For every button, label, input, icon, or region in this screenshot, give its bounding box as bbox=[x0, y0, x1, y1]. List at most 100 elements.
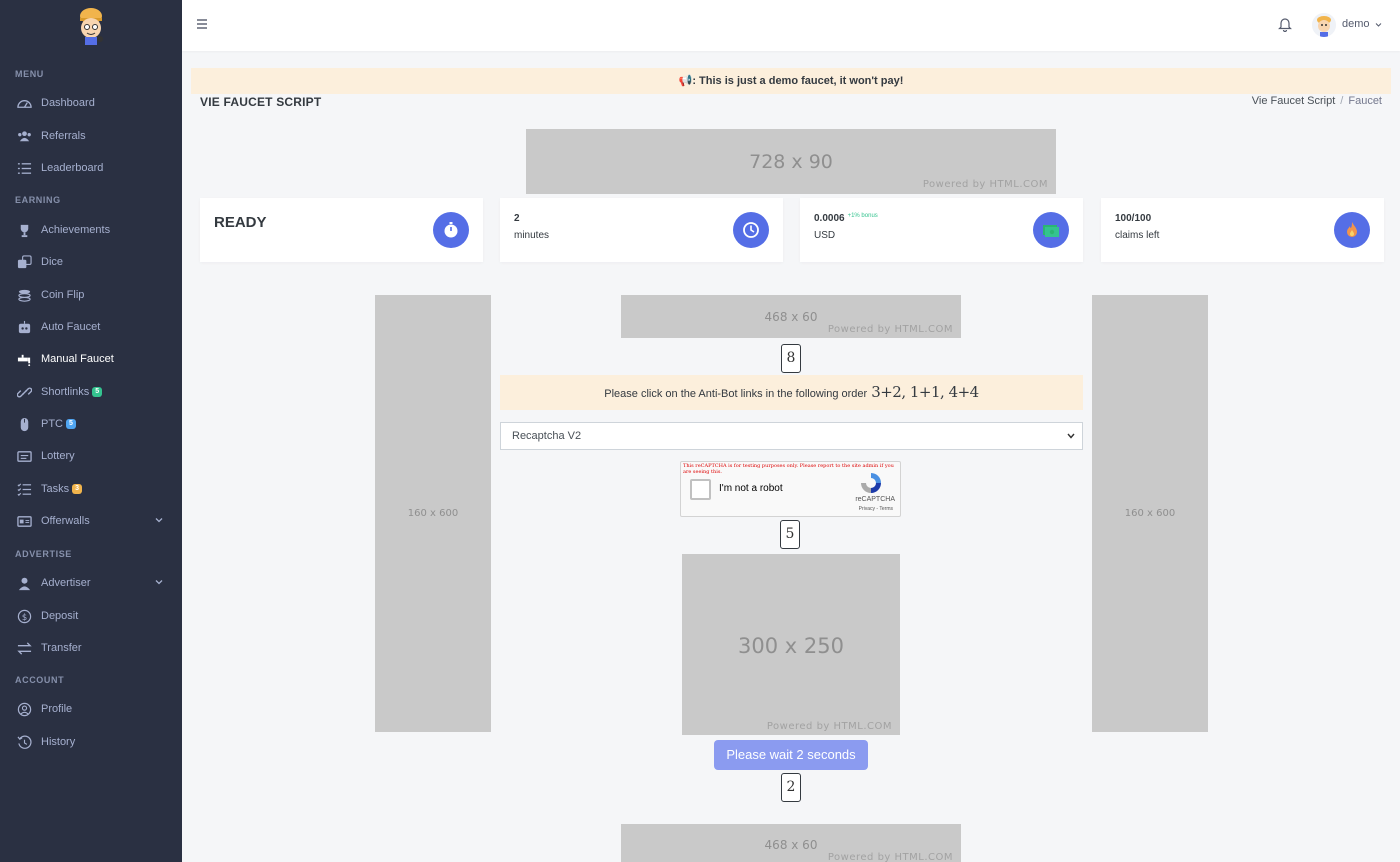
captcha-select-value: Recaptcha V2 bbox=[512, 430, 582, 442]
sidebar-item-advertiser[interactable]: Advertiser bbox=[0, 568, 182, 598]
mouse-icon bbox=[17, 417, 32, 432]
timer-card: 2 minutes bbox=[500, 198, 783, 262]
sidebar-item-label: Tasks bbox=[41, 483, 70, 495]
sidebar-item-history[interactable]: History bbox=[0, 727, 182, 757]
captcha-select[interactable]: Recaptcha V2 bbox=[500, 422, 1083, 450]
demo-notice: 📢: This is just a demo faucet, it won't … bbox=[191, 68, 1391, 94]
avatar[interactable] bbox=[1312, 13, 1336, 37]
sidebar-item-label: Coin Flip bbox=[41, 289, 85, 301]
page-title: VIE FAUCET SCRIPT bbox=[200, 95, 322, 109]
sidebar-item-ptc[interactable]: PTC 5 bbox=[0, 409, 182, 439]
sidebar-item-label: Leaderboard bbox=[41, 162, 104, 174]
sidebar-item-achievements[interactable]: Achievements bbox=[0, 215, 182, 245]
sidebar-item-tasks[interactable]: Tasks 3 bbox=[0, 474, 182, 504]
antibot-link[interactable]: 5 bbox=[780, 520, 800, 549]
sidebar-item-offerwalls[interactable]: Offerwalls bbox=[0, 506, 182, 536]
ad-banner-468-bottom[interactable]: 468 x 60 Powered by HTML.COM bbox=[621, 824, 961, 862]
topbar: demo bbox=[182, 0, 1400, 51]
sidebar-item-leaderboard[interactable]: Leaderboard bbox=[0, 153, 182, 183]
ad-size-label: 728 x 90 bbox=[749, 151, 833, 173]
chevron-down-icon bbox=[155, 518, 163, 523]
trophy-icon bbox=[17, 223, 32, 238]
user-tie-icon bbox=[17, 576, 32, 591]
sidebar-item-label: Transfer bbox=[41, 642, 82, 654]
stopwatch-icon bbox=[433, 212, 469, 248]
sidebar-item-label: Manual Faucet bbox=[41, 353, 114, 365]
tasks-icon bbox=[17, 482, 32, 497]
sidebar-item-coinflip[interactable]: Coin Flip bbox=[0, 280, 182, 310]
ad-size-label: 468 x 60 bbox=[764, 838, 818, 852]
recaptcha-checkbox[interactable] bbox=[690, 479, 711, 500]
sidebar-item-lottery[interactable]: Lottery bbox=[0, 441, 182, 471]
ad-skyscraper-right[interactable]: 160 x 600 bbox=[1092, 295, 1208, 732]
shortlinks-count-badge: 5 bbox=[92, 387, 103, 397]
sidebar-item-label: Achievements bbox=[41, 224, 111, 236]
sidebar-item-deposit[interactable]: $ Deposit bbox=[0, 601, 182, 631]
list-icon bbox=[17, 161, 32, 176]
sidebar-item-label: PTC bbox=[41, 418, 63, 430]
antibot-text: Please click on the Anti-Bot links in th… bbox=[604, 388, 868, 400]
timer-unit: minutes bbox=[514, 230, 550, 241]
sidebar-item-shortlinks[interactable]: Shortlinks 5 bbox=[0, 377, 182, 407]
faucet-icon bbox=[17, 352, 32, 367]
ad-size-label: 300 x 250 bbox=[738, 634, 844, 658]
sidebar-item-label: Profile bbox=[41, 703, 73, 715]
sidebar-item-label: Dice bbox=[41, 256, 64, 268]
bell-icon[interactable] bbox=[1278, 16, 1292, 32]
ad-banner-728[interactable]: 728 x 90 Powered by HTML.COM bbox=[526, 129, 1056, 194]
ad-powered-label: Powered by HTML.COM bbox=[827, 324, 953, 335]
recaptcha-label: I'm not a robot bbox=[719, 483, 783, 494]
sidebar: MENU Dashboard Referrals Leaderboard EAR… bbox=[0, 0, 182, 862]
section-menu: MENU bbox=[15, 69, 44, 79]
breadcrumb: Vie Faucet Script / Faucet bbox=[1251, 95, 1382, 107]
tasks-count-badge: 3 bbox=[72, 484, 83, 494]
sidebar-item-profile[interactable]: Profile bbox=[0, 694, 182, 724]
sidebar-item-label: Offerwalls bbox=[41, 515, 90, 527]
menu-toggle-icon[interactable] bbox=[196, 17, 208, 31]
sidebar-item-label: Dashboard bbox=[41, 97, 95, 109]
svg-text:$: $ bbox=[22, 611, 27, 621]
sidebar-item-referrals[interactable]: Referrals bbox=[0, 121, 182, 151]
dollar-icon: $ bbox=[17, 609, 32, 624]
sidebar-item-label: Referrals bbox=[41, 130, 86, 142]
chevron-down-icon[interactable] bbox=[1375, 22, 1382, 28]
ptc-count-badge: 5 bbox=[66, 419, 76, 429]
antibot-instruction: Please click on the Anti-Bot links in th… bbox=[500, 375, 1083, 410]
recaptcha-links[interactable]: Privacy - Terms bbox=[859, 506, 893, 512]
ad-powered-label: Powered by HTML.COM bbox=[766, 721, 892, 732]
chevron-down-icon bbox=[155, 580, 163, 585]
ad-banner-468-top[interactable]: 468 x 60 Powered by HTML.COM bbox=[621, 295, 961, 338]
users-icon bbox=[17, 129, 32, 144]
sidebar-item-dashboard[interactable]: Dashboard bbox=[0, 88, 182, 118]
chevron-down-icon bbox=[1067, 433, 1075, 439]
recaptcha-brand: reCAPTCHA bbox=[855, 496, 895, 503]
dashboard-icon bbox=[17, 96, 32, 111]
claims-value: 100/100 bbox=[1115, 213, 1152, 224]
link-icon bbox=[17, 385, 32, 400]
ad-size-label: 160 x 600 bbox=[1124, 508, 1176, 519]
antibot-link[interactable]: 2 bbox=[781, 773, 801, 802]
sidebar-item-autofaucet[interactable]: Auto Faucet bbox=[0, 312, 182, 342]
sidebar-item-manualfaucet[interactable]: Manual Faucet bbox=[0, 344, 182, 374]
reward-card: 0.0006 +1% bonus USD bbox=[800, 198, 1083, 262]
antibot-link[interactable]: 8 bbox=[781, 344, 801, 373]
sidebar-item-label: History bbox=[41, 736, 76, 748]
sidebar-item-label: Lottery bbox=[41, 450, 75, 462]
robot-icon bbox=[17, 320, 32, 335]
sidebar-item-dice[interactable]: Dice bbox=[0, 247, 182, 277]
sidebar-item-transfer[interactable]: Transfer bbox=[0, 633, 182, 663]
ad-skyscraper-left[interactable]: 160 x 600 bbox=[375, 295, 491, 732]
ad-rectangle-300[interactable]: 300 x 250 Powered by HTML.COM bbox=[682, 554, 900, 735]
fire-icon bbox=[1334, 212, 1370, 248]
reward-bonus: +1% bonus bbox=[847, 213, 878, 219]
ad-size-label: 160 x 600 bbox=[407, 508, 459, 519]
sidebar-item-label: Deposit bbox=[41, 610, 79, 622]
breadcrumb-link[interactable]: Vie Faucet Script bbox=[1252, 95, 1336, 107]
transfer-icon bbox=[17, 641, 32, 656]
dice-icon bbox=[17, 254, 32, 270]
user-menu[interactable]: demo bbox=[1342, 18, 1370, 30]
breadcrumb-current: Faucet bbox=[1348, 95, 1382, 107]
section-account: ACCOUNT bbox=[15, 675, 65, 685]
site-logo[interactable] bbox=[75, 6, 107, 46]
claim-button[interactable]: Please wait 2 seconds bbox=[714, 740, 868, 770]
